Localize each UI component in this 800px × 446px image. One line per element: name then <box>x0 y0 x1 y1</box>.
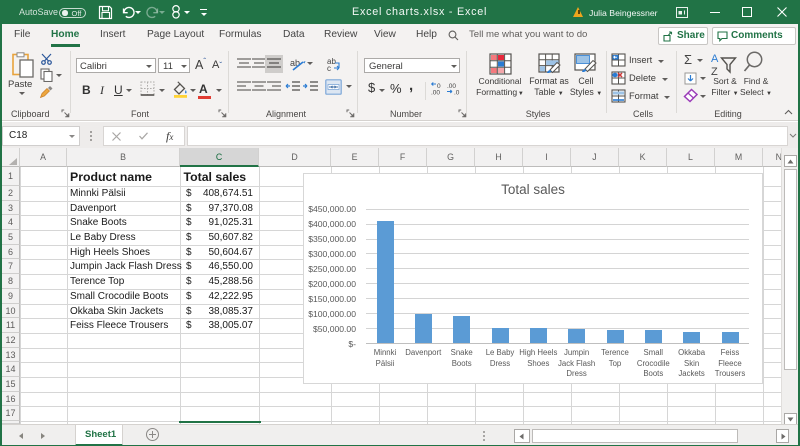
svg-text:A: A <box>711 53 719 65</box>
svg-text:.00: .00 <box>431 90 440 96</box>
svg-text:c: c <box>327 64 331 72</box>
svg-text:.0: .0 <box>454 90 460 96</box>
